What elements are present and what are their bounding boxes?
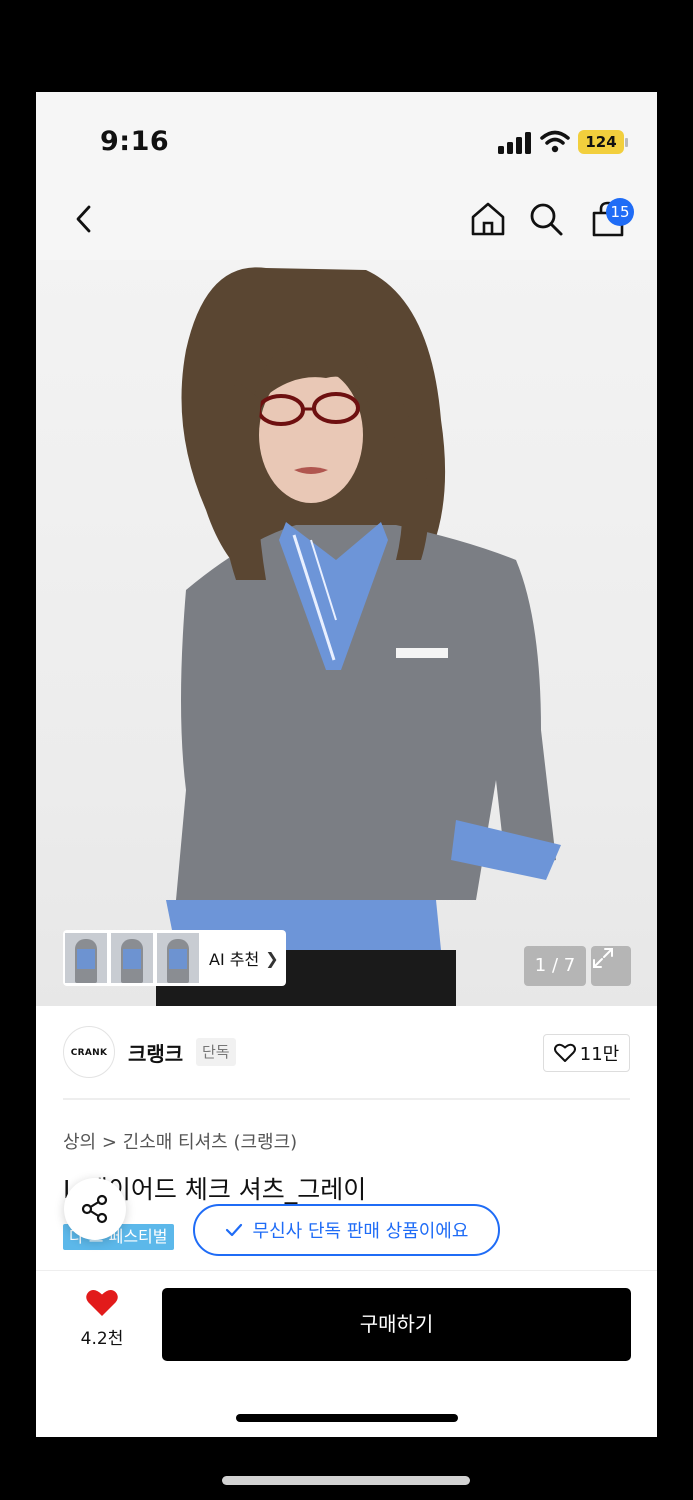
- status-bar: 9:16 124: [36, 92, 657, 182]
- expand-icon: [593, 948, 613, 968]
- chevron-left-icon: [76, 205, 91, 233]
- cart-count-badge: 15: [606, 198, 634, 226]
- model-photo: [156, 267, 561, 1006]
- home-indicator[interactable]: [236, 1414, 458, 1422]
- battery-tip: [625, 138, 628, 147]
- nav-header: [36, 182, 657, 260]
- category-breadcrumb[interactable]: 상의 > 긴소매 티셔츠 (크랭크): [63, 1128, 297, 1154]
- app-screen: 9:16 124 15 AI 추천 ❯ 1 / 7 CRANK 크랭크 단독 1…: [36, 92, 657, 1437]
- related-thumbnail[interactable]: [157, 933, 199, 983]
- ai-recommend-strip[interactable]: AI 추천 ❯: [63, 930, 286, 986]
- search-button[interactable]: [522, 194, 570, 244]
- battery-indicator: 124: [578, 130, 624, 154]
- image-counter: 1 / 7: [524, 946, 586, 986]
- wishlist-button[interactable]: 4.2천: [76, 1288, 128, 1358]
- chevron-right-icon: ❯: [265, 948, 279, 968]
- outer-home-indicator: [222, 1476, 470, 1485]
- heart-outline-icon: [553, 1043, 576, 1062]
- wifi-icon: [540, 130, 570, 153]
- brand-like-count: 11만: [579, 1044, 620, 1065]
- related-thumbnail[interactable]: [65, 933, 107, 983]
- exclusive-sale-notice: 무신사 단독 판매 상품이에요: [193, 1204, 500, 1256]
- brand-name[interactable]: 크랭크: [128, 1038, 183, 1067]
- search-icon: [530, 203, 563, 236]
- home-icon: [471, 202, 505, 236]
- section-divider: [63, 1098, 630, 1100]
- signal-icon: [498, 132, 531, 154]
- heart-filled-icon: [86, 1290, 118, 1316]
- product-image[interactable]: AI 추천 ❯ 1 / 7: [36, 260, 657, 1006]
- exclusive-badge: 단독: [196, 1038, 236, 1066]
- status-time: 9:16: [100, 126, 170, 157]
- buy-button[interactable]: 구매하기: [162, 1288, 631, 1361]
- ai-recommend-label[interactable]: AI 추천: [209, 946, 259, 970]
- share-icon: [81, 1194, 108, 1224]
- related-thumbnail[interactable]: [111, 933, 153, 983]
- share-button[interactable]: [64, 1178, 126, 1240]
- back-button[interactable]: [60, 194, 108, 244]
- brand-like-button[interactable]: 11만: [543, 1034, 630, 1072]
- expand-button[interactable]: [591, 946, 631, 986]
- check-icon: [225, 1223, 242, 1237]
- exclusive-sale-text: 무신사 단독 판매 상품이에요: [252, 1221, 469, 1242]
- home-button[interactable]: [464, 194, 512, 244]
- wishlist-count: 4.2천: [80, 1329, 124, 1349]
- brand-logo[interactable]: CRANK: [63, 1026, 115, 1078]
